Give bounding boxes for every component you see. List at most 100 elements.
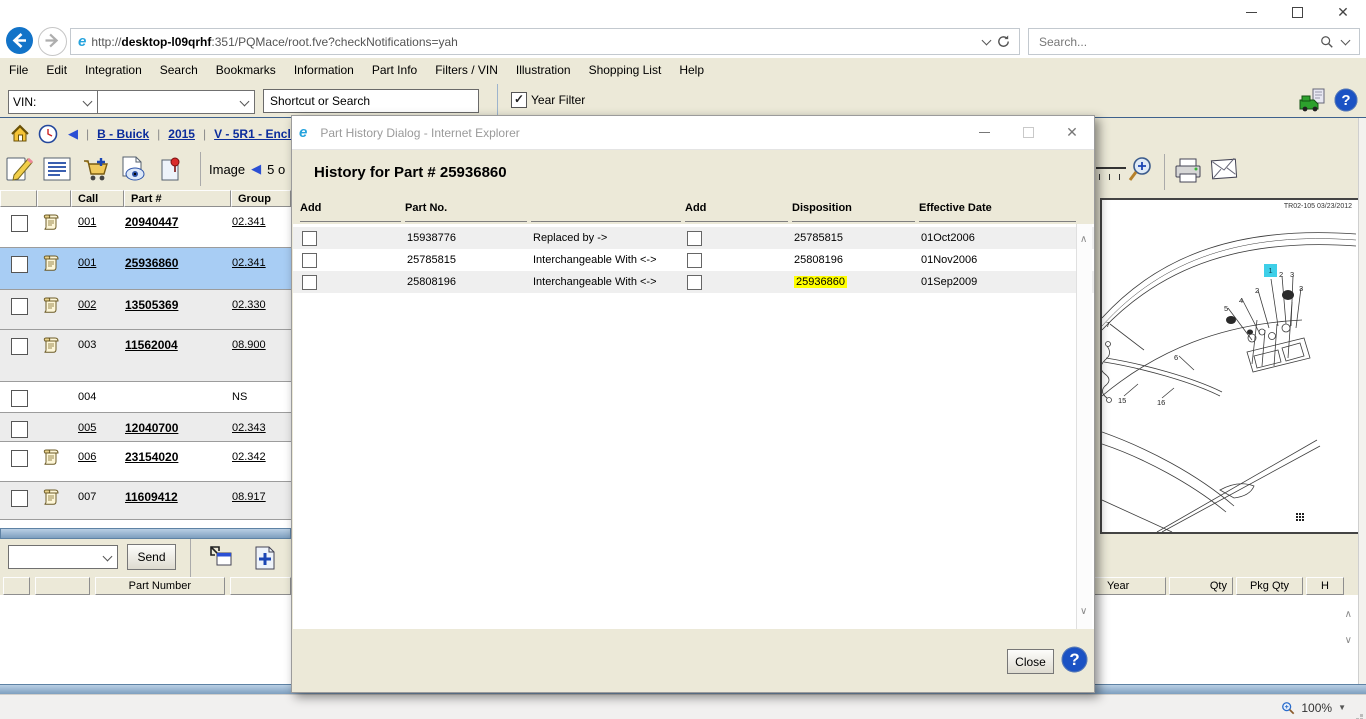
shopping-column-header[interactable]: [3, 577, 30, 595]
pin-note-icon[interactable]: [152, 151, 190, 187]
part-number-link[interactable]: 12040700: [125, 421, 178, 435]
url-dropdown-icon[interactable]: [982, 36, 992, 46]
group-number[interactable]: 02.342: [232, 451, 266, 463]
dialog-titlebar[interactable]: e Part History Dialog - Internet Explore…: [292, 116, 1094, 150]
result-column-header[interactable]: Year: [1092, 577, 1166, 595]
highlighted-callout[interactable]: 1: [1264, 264, 1277, 277]
call-number[interactable]: 002: [78, 299, 96, 311]
row-checkbox[interactable]: [11, 215, 28, 232]
group-number[interactable]: 02.343: [232, 422, 266, 434]
group-number[interactable]: 08.917: [232, 491, 266, 503]
send-target-select[interactable]: [8, 545, 118, 569]
table-row[interactable]: 006 23154020 02.342: [0, 442, 291, 482]
history-add-checkbox[interactable]: [302, 253, 317, 268]
parts-column-header[interactable]: [37, 190, 71, 207]
dialog-minimize-button[interactable]: [962, 116, 1006, 149]
scroll-up-icon[interactable]: ∧: [1345, 609, 1352, 620]
call-number[interactable]: 001: [78, 257, 96, 269]
shortcut-search-input[interactable]: Shortcut or Search: [263, 89, 479, 113]
vehicle-order-icon[interactable]: [1298, 88, 1328, 112]
menu-item-search[interactable]: Search: [151, 63, 207, 77]
call-number[interactable]: 006: [78, 451, 96, 463]
table-row[interactable]: 0031156200408.900: [0, 330, 291, 382]
search-icon[interactable]: [1320, 35, 1334, 49]
table-row[interactable]: 004NS: [0, 382, 291, 413]
close-button[interactable]: Close: [1007, 649, 1054, 674]
illustration-grid-icon[interactable]: [1295, 512, 1305, 522]
main-vscrollbar[interactable]: [1358, 118, 1366, 684]
scroll-down-icon[interactable]: ∨: [1345, 635, 1352, 646]
menu-item-integration[interactable]: Integration: [76, 63, 151, 77]
shopping-column-header[interactable]: [35, 577, 90, 595]
vin-select[interactable]: VIN:: [8, 90, 98, 114]
row-checkbox[interactable]: [11, 490, 28, 507]
group-number[interactable]: 08.900: [232, 339, 266, 351]
menu-item-help[interactable]: Help: [670, 63, 713, 77]
row-checkbox[interactable]: [11, 338, 28, 355]
parts-table-hscrollbar[interactable]: [0, 528, 291, 539]
print-icon[interactable]: [1173, 157, 1203, 185]
part-notes-icon[interactable]: [41, 213, 60, 230]
preview-document-icon[interactable]: [114, 151, 152, 187]
part-number-link[interactable]: 23154020: [125, 450, 178, 464]
part-number-link[interactable]: 25936860: [125, 256, 178, 270]
scroll-down-icon[interactable]: ∨: [1080, 606, 1087, 617]
table-row[interactable]: 0012094044702.341: [0, 207, 291, 248]
list-view-icon[interactable]: [38, 151, 76, 187]
row-checkbox[interactable]: [11, 390, 28, 407]
history-add-checkbox[interactable]: [687, 275, 702, 290]
menu-item-part-info[interactable]: Part Info: [363, 63, 426, 77]
history-clock-icon[interactable]: [38, 124, 58, 144]
image-prev-icon[interactable]: ◀: [251, 161, 261, 177]
home-icon[interactable]: [10, 124, 30, 144]
window-maximize-button[interactable]: [1274, 0, 1320, 24]
parts-column-header[interactable]: Group: [231, 190, 291, 207]
group-number[interactable]: 02.341: [232, 216, 266, 228]
row-checkbox[interactable]: [11, 450, 28, 467]
part-notes-icon[interactable]: [41, 488, 60, 505]
email-icon[interactable]: [1210, 157, 1240, 183]
scroll-up-icon[interactable]: ∧: [1080, 234, 1087, 245]
resize-grip[interactable]: [1360, 714, 1363, 717]
send-button[interactable]: Send: [127, 544, 176, 570]
history-add-checkbox[interactable]: [687, 231, 702, 246]
search-box[interactable]: Search...: [1028, 28, 1360, 55]
zoom-slider[interactable]: [1096, 167, 1126, 169]
window-close-button[interactable]: ✕: [1320, 0, 1366, 24]
menu-item-shopping-list[interactable]: Shopping List: [580, 63, 671, 77]
zoom-control[interactable]: 100% ▼: [1281, 695, 1346, 719]
vin-value-select[interactable]: [97, 90, 255, 114]
menu-item-edit[interactable]: Edit: [37, 63, 76, 77]
part-number-link[interactable]: 11609412: [125, 490, 178, 504]
add-to-cart-icon[interactable]: [76, 151, 114, 187]
group-number[interactable]: 02.330: [232, 299, 266, 311]
table-row[interactable]: 0081529818302.480: [0, 520, 291, 528]
result-column-header[interactable]: Qty: [1169, 577, 1233, 595]
result-column-header[interactable]: Pkg Qty: [1236, 577, 1303, 595]
part-number-link[interactable]: 20940447: [125, 215, 178, 229]
parts-column-header[interactable]: Call: [71, 190, 124, 207]
table-row[interactable]: 002 13505369 02.330: [0, 290, 291, 330]
part-number-link[interactable]: 11562004: [125, 338, 178, 352]
breadcrumb-link[interactable]: 2015: [168, 127, 195, 141]
history-add-checkbox[interactable]: [302, 231, 317, 246]
part-notes-icon[interactable]: [41, 448, 60, 465]
breadcrumb-link[interactable]: B - Buick: [97, 127, 149, 141]
row-checkbox[interactable]: [11, 256, 28, 273]
zoom-in-icon[interactable]: [1127, 155, 1155, 185]
part-number-link[interactable]: 13505369: [125, 298, 178, 312]
forward-button[interactable]: [38, 27, 67, 56]
part-notes-icon[interactable]: [41, 296, 60, 313]
history-add-checkbox[interactable]: [687, 253, 702, 268]
table-row[interactable]: 0012593686002.341: [0, 248, 291, 290]
zoom-dropdown-icon[interactable]: ▼: [1338, 703, 1346, 712]
result-column-header[interactable]: H: [1306, 577, 1344, 595]
dialog-help-icon[interactable]: ?: [1061, 646, 1088, 673]
refresh-icon[interactable]: [996, 34, 1011, 49]
new-window-icon[interactable]: [209, 545, 235, 569]
part-notes-icon[interactable]: [41, 336, 60, 353]
menu-item-file[interactable]: File: [0, 63, 37, 77]
breadcrumb-back-icon[interactable]: ◀: [68, 126, 78, 142]
table-row[interactable]: 0071160941208.917: [0, 482, 291, 520]
dialog-vscrollbar[interactable]: ∧ ∨: [1076, 224, 1092, 631]
